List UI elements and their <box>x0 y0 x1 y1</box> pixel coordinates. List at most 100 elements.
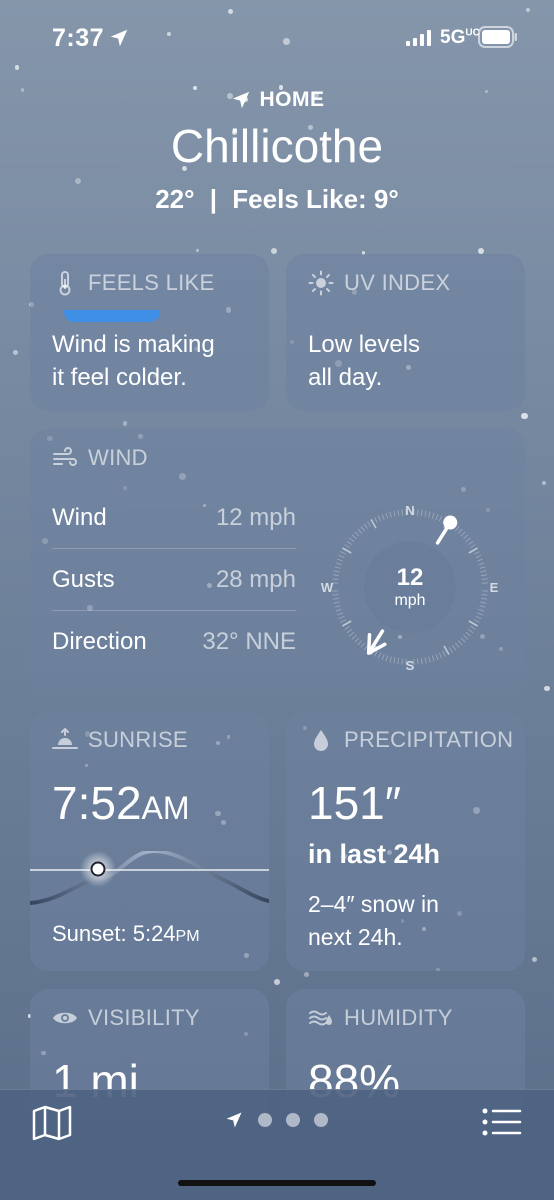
wind-speed-value: 12 mph <box>215 504 296 531</box>
uv-index-title: UV INDEX <box>344 270 451 295</box>
battery-icon <box>478 26 517 48</box>
snowflake <box>531 956 537 962</box>
compass-tick <box>334 566 341 569</box>
wind-direction-value: 32° NNE <box>202 627 296 655</box>
compass-tick <box>374 650 378 657</box>
compass-tick <box>442 650 446 657</box>
card-header: WIND <box>52 445 148 471</box>
uv-description: Low levels all day. <box>308 328 420 394</box>
compass-tick <box>401 509 403 516</box>
compass-tick <box>438 652 443 659</box>
snowflake <box>304 972 310 978</box>
compass-tick <box>357 640 363 646</box>
separator: | <box>209 184 218 214</box>
home-label: HOME <box>259 88 325 111</box>
home-row: HOME <box>0 80 554 120</box>
network-type: 5GUC <box>440 27 480 49</box>
card-header: VISIBILITY <box>52 1005 200 1031</box>
compass-tick <box>467 540 474 546</box>
compass-tick <box>381 654 385 660</box>
compass-tick <box>349 631 355 637</box>
wind-icon <box>53 447 77 466</box>
compass-tick <box>481 574 488 577</box>
compass-tick <box>428 656 431 663</box>
compass-tick <box>465 631 471 637</box>
compass-tick <box>393 657 396 664</box>
snowflake <box>544 685 550 692</box>
feels-like-line1: Wind is making <box>52 331 215 358</box>
compass-tick <box>360 642 366 648</box>
map-icon[interactable] <box>32 1105 72 1141</box>
compass-tick <box>431 655 435 662</box>
compass-tick <box>417 509 419 516</box>
compass-tick <box>351 534 357 540</box>
sunrise-title: SUNRISE <box>88 727 188 752</box>
thermometer-icon <box>59 271 71 296</box>
compass-tick <box>389 656 392 663</box>
page-dot[interactable] <box>314 1113 328 1127</box>
compass-tick <box>470 625 476 630</box>
feels-like-card[interactable]: FEELS LIKE Wind is making it feel colder… <box>30 254 269 411</box>
sunrise-card[interactable]: SUNRISE 7:52AM Sunset: 5:24PM <box>30 711 269 971</box>
compass-tick <box>443 645 450 655</box>
wind-speed-label: Wind <box>52 504 107 531</box>
compass-tick <box>342 620 352 627</box>
uv-index-card[interactable]: UV INDEX Low levels all day. <box>286 254 525 411</box>
compass-tick <box>424 510 427 517</box>
uv-line1: Low levels <box>308 331 421 358</box>
compass-tick <box>344 544 350 549</box>
card-header: UV INDEX <box>308 270 450 296</box>
feels-like-indicator <box>64 310 160 322</box>
sun-path-graph <box>30 851 269 905</box>
home-indicator[interactable] <box>178 1180 376 1186</box>
precipitation-card[interactable]: PRECIPITATION 151″ in last 24h 2–4″ snow… <box>286 711 525 971</box>
compass-tick <box>363 523 369 530</box>
humidity-icon <box>309 1010 332 1026</box>
wind-card[interactable]: WIND Wind 12 mph Gusts 28 mph Direction … <box>30 429 525 693</box>
status-bar: 7:37 5GUC <box>0 0 554 74</box>
compass-tick <box>334 605 341 608</box>
compass-west-label: W <box>321 580 334 595</box>
compass-tick <box>477 558 483 562</box>
location-header: HOME Chillicothe 22° | Feels Like: 9° <box>0 80 554 216</box>
precipitation-forecast: 2–4″ snow in next 24h. <box>308 888 439 954</box>
compass-tick <box>460 531 466 537</box>
sunrise-ampm: AM <box>141 790 190 826</box>
current-temperature: 22° <box>155 184 195 214</box>
page-indicator[interactable] <box>224 1110 328 1130</box>
wind-gusts-label: Gusts <box>52 566 115 593</box>
location-arrow-icon[interactable] <box>224 1110 244 1130</box>
list-icon[interactable] <box>482 1107 522 1137</box>
compass-tick <box>428 511 431 518</box>
compass-tick <box>332 578 339 580</box>
precip-line2: next 24h. <box>308 924 403 950</box>
wind-speed-row: Wind 12 mph <box>52 488 296 549</box>
compass-tick <box>463 534 469 540</box>
compass-tick <box>354 531 360 537</box>
compass-tick <box>431 512 435 519</box>
compass-tick <box>481 594 488 596</box>
compass-tick <box>351 634 357 640</box>
feels-like-title: FEELS LIKE <box>88 270 215 295</box>
page-dot[interactable] <box>286 1113 300 1127</box>
compass-tick <box>385 655 389 662</box>
compass-tick <box>460 637 466 643</box>
compass-tick <box>357 528 363 534</box>
network-label: 5G <box>440 27 466 48</box>
page-dot[interactable] <box>258 1113 272 1127</box>
snowflake <box>274 978 280 985</box>
compass-tick <box>473 551 480 555</box>
compass-south-label: S <box>406 658 415 673</box>
compass-tick <box>454 526 460 532</box>
sun-icon <box>308 270 334 296</box>
compass-north-label: N <box>405 503 414 518</box>
compass-tick <box>340 619 347 623</box>
compass-tick <box>338 554 345 559</box>
wind-compass: N E S W 12 mph <box>321 503 499 673</box>
compass-tick <box>377 515 382 522</box>
current-conditions: 22° | Feels Like: 9° <box>0 182 554 216</box>
compass-tick <box>478 562 485 566</box>
compass-speed: 12 <box>397 564 424 591</box>
compass-tick <box>478 608 485 612</box>
needle-tail-dot <box>443 515 458 530</box>
